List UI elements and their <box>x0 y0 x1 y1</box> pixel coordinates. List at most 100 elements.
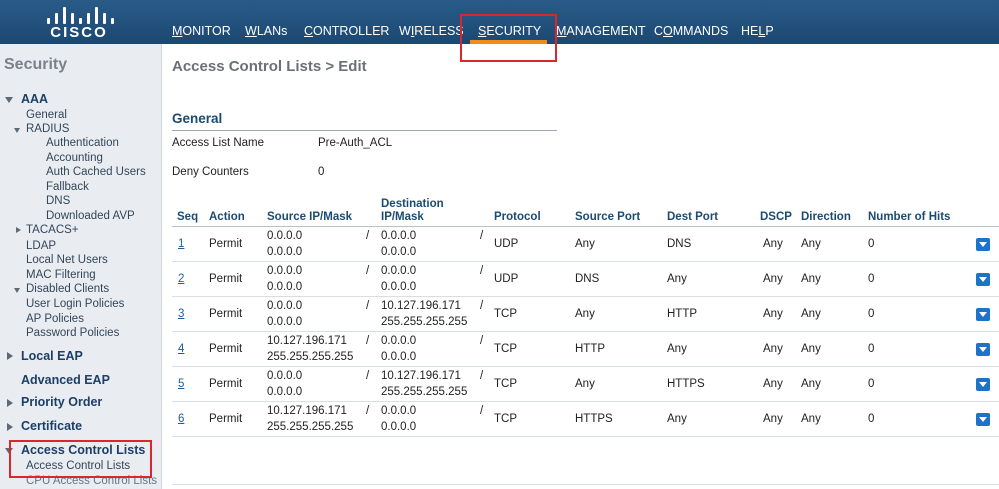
dest-mask-cell: 0.0.0.0 <box>381 421 417 433</box>
sidebar-item-advanced-eap[interactable]: Advanced EAP <box>21 373 110 387</box>
dest-mask-cell: 255.255.255.255 <box>381 316 468 328</box>
sidebar-item-downloaded-avp[interactable]: Downloaded AVP <box>46 210 135 222</box>
sidebar-item-disabled-clients[interactable]: Disabled Clients <box>26 283 109 295</box>
nav-tab-monitor-text: M <box>172 24 183 38</box>
nav-tab-wlans-text: W <box>245 24 257 38</box>
nav-tab-wlans-text: LANs <box>256 24 288 38</box>
expand-arrow-icon[interactable] <box>14 288 20 293</box>
sidebar-item-accounting[interactable]: Accounting <box>46 152 103 164</box>
sidebar-item-local-net-users[interactable]: Local Net Users <box>26 254 108 266</box>
dscp-cell: Any <box>763 343 783 355</box>
nav-tab-management-text: ANAGEMENT <box>566 24 646 38</box>
nav-tab-controller-text: C <box>304 24 314 38</box>
sidebar: Security AAA General RADIUS Authenticati… <box>0 44 162 489</box>
nav-tab-security-text: ECURITY <box>486 24 542 38</box>
sidebar-item-auth-cached-users[interactable]: Auth Cached Users <box>46 166 146 178</box>
seq-link[interactable]: 6 <box>178 412 184 427</box>
direction-cell: Any <box>801 273 821 285</box>
sidebar-item-authentication[interactable]: Authentication <box>46 137 119 149</box>
collapse-arrow-icon[interactable] <box>7 399 13 407</box>
access-list-name-value: Pre-Auth_ACL <box>318 137 393 149</box>
collapse-arrow-icon[interactable] <box>7 352 13 360</box>
seq-link[interactable]: 3 <box>178 307 184 322</box>
deny-counters-value: 0 <box>318 166 325 178</box>
collapse-arrow-icon[interactable] <box>16 227 21 233</box>
source-mask-cell: 0.0.0.0 <box>267 281 303 293</box>
sidebar-item-password-policies[interactable]: Password Policies <box>26 327 119 339</box>
sidebar-item-fallback[interactable]: Fallback <box>46 181 89 193</box>
row-dropdown-icon[interactable] <box>976 308 990 321</box>
separator-slash: / <box>480 405 484 417</box>
source-mask-cell: 0.0.0.0 <box>267 386 303 398</box>
sidebar-item-priority-order[interactable]: Priority Order <box>21 395 102 409</box>
nav-tab-wireless-text: RELESS <box>414 24 464 38</box>
nav-tab-commands-text: O <box>663 24 673 38</box>
cisco-logo-text: CISCO <box>50 24 108 41</box>
col-header-dscp: DSCP <box>760 211 792 223</box>
separator-slash: / <box>480 230 484 242</box>
sidebar-item-ap-policies[interactable]: AP Policies <box>26 313 84 325</box>
nav-tab-controller[interactable]: CONTROLLER <box>304 24 389 38</box>
nav-tab-wireless[interactable]: WIRELESS <box>399 24 464 38</box>
protocol-cell: UDP <box>494 238 519 250</box>
row-dropdown-icon[interactable] <box>976 238 990 251</box>
sidebar-item-aaa[interactable]: AAA <box>21 92 48 106</box>
seq-link[interactable]: 4 <box>178 342 184 357</box>
nav-tab-monitor[interactable]: MONITOR <box>172 24 231 38</box>
separator-slash: / <box>366 300 370 312</box>
separator-slash: / <box>366 405 370 417</box>
nav-tab-management[interactable]: MANAGEMENT <box>556 24 646 38</box>
sidebar-item-cpu-access-control-lists[interactable]: CPU Access Control Lists <box>26 475 157 487</box>
dscp-cell: Any <box>763 238 783 250</box>
col-header-seq: Seq <box>177 211 199 223</box>
protocol-cell: TCP <box>494 413 517 425</box>
seq-link[interactable]: 2 <box>178 272 184 287</box>
separator-slash: / <box>366 265 370 277</box>
col-header-action: Action <box>209 211 245 223</box>
source-ip-cell: 0.0.0.0 <box>267 300 303 312</box>
sidebar-item-mac-filtering[interactable]: MAC Filtering <box>26 269 96 281</box>
dest-ip-cell: 10.127.196.171 <box>381 300 461 312</box>
sidebar-item-certificate[interactable]: Certificate <box>21 419 82 433</box>
top-header: CISCO MONITOR WLANs CONTROLLER WIRELESS SECU… <box>0 0 999 44</box>
dscp-cell: Any <box>763 378 783 390</box>
nav-tab-commands[interactable]: COMMANDS <box>654 24 728 38</box>
dest-port-cell: Any <box>667 343 687 355</box>
nav-tab-wlans[interactable]: WLANs <box>245 24 287 38</box>
sidebar-item-dns[interactable]: DNS <box>46 195 70 207</box>
nav-tab-help[interactable]: HELP <box>741 24 774 38</box>
row-dropdown-icon[interactable] <box>976 378 990 391</box>
table-bottom-divider <box>172 484 999 485</box>
expand-arrow-icon[interactable] <box>14 128 20 133</box>
sidebar-item-access-control-lists[interactable]: Access Control Lists <box>21 443 145 457</box>
nav-tab-security[interactable]: SECURITY <box>478 24 541 38</box>
source-port-cell: DNS <box>575 273 600 285</box>
table-row: 2 Permit 0.0.0.0 0.0.0.0 / 0.0.0.0 0.0.0.0 / UDP… <box>172 262 999 297</box>
direction-cell: Any <box>801 378 821 390</box>
table-row: 6 Permit 10.127.196.171 255.255.255.255 / 0.0… <box>172 402 999 437</box>
col-header-dest-ip-line1: Destination <box>381 198 444 210</box>
row-dropdown-icon[interactable] <box>976 343 990 356</box>
expand-arrow-icon[interactable] <box>5 448 13 454</box>
separator-slash: / <box>480 370 484 382</box>
collapse-arrow-icon[interactable] <box>7 423 13 431</box>
nav-tab-monitor-text: ONITOR <box>182 24 231 38</box>
sidebar-item-access-control-lists-sub[interactable]: Access Control Lists <box>26 460 130 472</box>
sidebar-item-ldap[interactable]: LDAP <box>26 240 56 252</box>
source-port-cell: Any <box>575 378 595 390</box>
sidebar-item-radius[interactable]: RADIUS <box>26 123 69 135</box>
row-dropdown-icon[interactable] <box>976 413 990 426</box>
hits-cell: 0 <box>868 413 875 425</box>
sidebar-item-user-login-policies[interactable]: User Login Policies <box>26 298 124 310</box>
sidebar-item-tacacs[interactable]: TACACS+ <box>26 224 79 236</box>
expand-arrow-icon[interactable] <box>5 97 13 103</box>
sidebar-item-local-eap[interactable]: Local EAP <box>21 349 83 363</box>
row-dropdown-icon[interactable] <box>976 273 990 286</box>
seq-link[interactable]: 5 <box>178 377 184 392</box>
dest-mask-cell: 0.0.0.0 <box>381 246 417 258</box>
sidebar-item-general[interactable]: General <box>26 109 67 121</box>
col-header-dest-ip-line2: IP/Mask <box>381 211 424 223</box>
deny-counters-label: Deny Counters <box>172 166 249 178</box>
seq-link[interactable]: 1 <box>178 237 184 252</box>
dest-port-cell: Any <box>667 413 687 425</box>
